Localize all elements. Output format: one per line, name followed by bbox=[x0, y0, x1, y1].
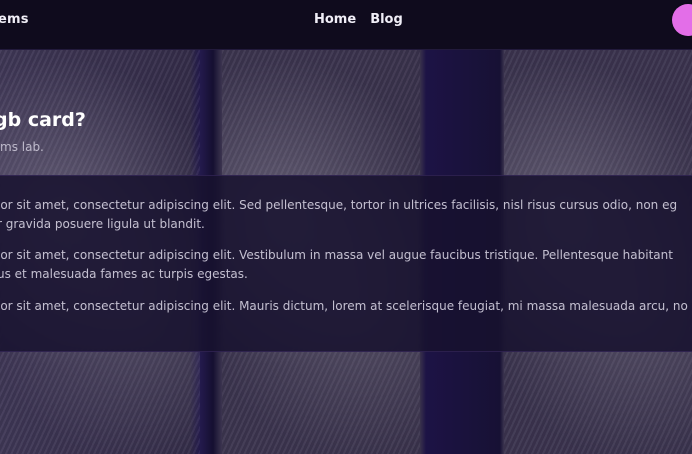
paragraph-1-line-1: lor sit amet, consectetur adipiscing eli… bbox=[0, 198, 678, 212]
paragraph-1-line-2: r gravida posuere ligula ut blandit. bbox=[0, 217, 205, 231]
paragraph-3: lor sit amet, consectetur adipiscing eli… bbox=[0, 297, 688, 316]
content-card: lor sit amet, consectetur adipiscing eli… bbox=[0, 175, 692, 352]
top-navigation-bar: ems Home Blog bbox=[0, 0, 692, 50]
nav-link-home[interactable]: Home bbox=[314, 12, 356, 27]
paragraph-3-line-1: lor sit amet, consectetur adipiscing eli… bbox=[0, 299, 688, 313]
primary-nav: Home Blog bbox=[314, 12, 403, 27]
hero-section: gb card? ms lab. bbox=[0, 50, 692, 175]
page-subtitle: ms lab. bbox=[0, 140, 44, 154]
paragraph-2-line-1: lor sit amet, consectetur adipiscing eli… bbox=[0, 248, 673, 262]
background-image-strip bbox=[0, 352, 692, 454]
page-title: gb card? bbox=[0, 109, 86, 131]
paragraph-2: lor sit amet, consectetur adipiscing eli… bbox=[0, 246, 673, 284]
paragraph-2-line-2: us et malesuada fames ac turpis egestas. bbox=[0, 267, 248, 281]
nav-link-blog[interactable]: Blog bbox=[370, 12, 403, 27]
site-brand[interactable]: ems bbox=[0, 12, 29, 27]
paragraph-1: lor sit amet, consectetur adipiscing eli… bbox=[0, 196, 677, 234]
avatar[interactable] bbox=[672, 4, 692, 36]
page: ems Home Blog gb card? ms lab. lor sit a… bbox=[0, 0, 692, 454]
